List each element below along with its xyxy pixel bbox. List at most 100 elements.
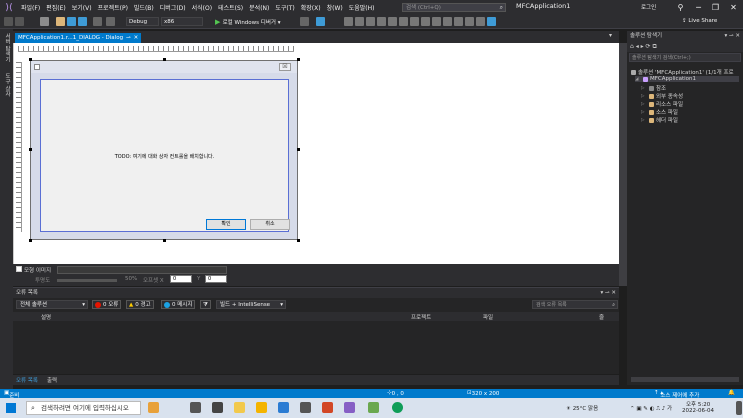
taskbar-search-input[interactable]: ⌕ 검색하려면 여기에 입력하십시오 (26, 401, 141, 415)
mail-icon[interactable] (300, 402, 311, 413)
redo-icon[interactable] (106, 17, 115, 26)
dialog-close-icon[interactable]: ☒ (279, 63, 291, 71)
expand-icon[interactable]: ▷ (641, 94, 647, 99)
undo-icon[interactable] (93, 17, 102, 26)
panel-options-icon[interactable]: ▾ ⊸ ✕ (725, 31, 740, 42)
menu-project[interactable]: 프로젝트(P) (95, 3, 131, 12)
attach-icon[interactable] (300, 17, 309, 26)
tree-references[interactable]: ▷ 참조 (641, 84, 666, 92)
guide-image-checkbox[interactable] (16, 266, 22, 272)
weather-widget[interactable]: ☀ 25°C 맑음 (566, 404, 598, 412)
minimize-button[interactable]: ─ (690, 0, 707, 15)
expand-icon[interactable]: ◢ (635, 77, 641, 82)
tree-header-files[interactable]: ▷ 헤더 파일 (641, 116, 678, 124)
solution-search-input[interactable]: 솔루션 탐색기 검색(Ctrl+;) (629, 53, 741, 62)
save-all-icon[interactable] (78, 17, 87, 26)
maximize-button[interactable]: ❐ (707, 0, 724, 15)
new-project-icon[interactable] (40, 17, 49, 26)
resize-handle[interactable] (297, 239, 300, 242)
photos-icon[interactable] (278, 402, 289, 413)
menu-edit[interactable]: 편집(E) (43, 3, 69, 12)
windows-start-icon[interactable] (6, 403, 16, 413)
forward-icon[interactable] (15, 17, 24, 26)
transparency-slider[interactable] (57, 279, 117, 282)
ok-button[interactable]: 확인 (206, 219, 246, 230)
notifications-icon[interactable]: 🔔 (728, 390, 735, 396)
align-right-icon[interactable] (366, 17, 375, 26)
cancel-button[interactable]: 취소 (250, 219, 290, 230)
column-description[interactable]: 설명 (41, 313, 51, 321)
platform-select[interactable]: x86 (161, 17, 203, 26)
expand-icon[interactable]: ▷ (641, 110, 647, 115)
align-left-icon[interactable] (344, 17, 353, 26)
panel-options-icon[interactable]: ▾ ⊸ ✕ (601, 288, 616, 298)
expand-icon[interactable]: ▷ (641, 102, 647, 107)
store-icon[interactable] (256, 402, 267, 413)
resize-handle[interactable] (297, 148, 300, 151)
open-folder-icon[interactable] (56, 17, 65, 26)
file-explorer-icon[interactable] (234, 402, 245, 413)
server-explorer-tab[interactable]: 서버 탐색기 (3, 33, 11, 62)
expand-icon[interactable]: ▷ (641, 86, 647, 91)
configuration-select[interactable]: Debug (126, 17, 159, 26)
column-project[interactable]: 프로젝트 (411, 313, 431, 321)
editor-vertical-scrollbar[interactable] (619, 43, 627, 286)
menu-help[interactable]: 도움말(H) (346, 3, 378, 12)
tab-close-icon[interactable]: ✕ (134, 35, 139, 41)
login-link[interactable]: 로그인 (641, 3, 656, 11)
run-button[interactable]: ▶ 로컬 Windows 디버거 ▾ (215, 18, 280, 26)
system-tray-icons[interactable]: ⌃ ▣ ✎ ◐ ⎍ ♪ 가 (630, 404, 672, 413)
app-icon[interactable] (368, 402, 379, 413)
edge-browser-icon[interactable] (392, 402, 403, 413)
expand-icon[interactable]: ▷ (641, 118, 647, 123)
make-same-height-icon[interactable] (443, 17, 452, 26)
resize-handle[interactable] (29, 148, 32, 151)
error-search-input[interactable]: 검색 오류 목록 ⌕ (532, 300, 618, 309)
errors-filter-button[interactable]: 0 오류 (92, 300, 122, 309)
tab-output[interactable]: 출력 (47, 376, 57, 384)
menu-file[interactable]: 파일(F) (18, 3, 43, 12)
pin-icon[interactable]: ⊸ (126, 35, 131, 41)
menu-build[interactable]: 빌드(B) (131, 3, 157, 12)
align-center-icon[interactable] (355, 17, 364, 26)
menu-extensions[interactable]: 확장(X) (298, 3, 324, 12)
resize-handle[interactable] (297, 58, 300, 61)
menu-view[interactable]: 보기(V) (69, 3, 95, 12)
space-down-icon[interactable] (421, 17, 430, 26)
guide-image-path-input[interactable] (57, 266, 227, 274)
visual-studio-taskbar-icon[interactable] (344, 402, 355, 413)
quick-search-input[interactable]: 검색 (Ctrl+Q) ⌕ (402, 3, 506, 12)
filter-icon[interactable]: ⧩ (200, 300, 211, 309)
resize-handle[interactable] (29, 239, 32, 242)
tree-project[interactable]: ◢ MFCApplication1 (635, 76, 739, 82)
make-same-width-icon[interactable] (432, 17, 441, 26)
solution-horizontal-scrollbar[interactable] (631, 377, 739, 382)
align-bottom-icon[interactable] (399, 17, 408, 26)
menu-test[interactable]: 테스트(S) (215, 3, 246, 12)
align-middle-icon[interactable] (388, 17, 397, 26)
warnings-filter-button[interactable]: ▲ 0 경고 (126, 300, 154, 309)
scope-select[interactable]: 전체 솔루션 ▾ (16, 300, 88, 309)
test-dialog-icon[interactable] (465, 17, 474, 26)
todo-static-text[interactable]: TODO: 여기에 대화 상자 컨트롤을 배치합니다. (41, 153, 288, 160)
dialog-client-area[interactable]: TODO: 여기에 대화 상자 컨트롤을 배치합니다. 확인 취소 (40, 79, 290, 232)
build-filter-select[interactable]: 빌드 + IntelliSense ▾ (216, 300, 286, 309)
column-line[interactable]: 줄 (599, 313, 604, 321)
toggle-grid-icon[interactable] (476, 17, 485, 26)
layout-icon[interactable] (316, 17, 325, 26)
toolbox-tab[interactable]: 도구 상자 (3, 73, 11, 97)
close-button[interactable]: ✕ (725, 0, 742, 15)
menu-window[interactable]: 창(W) (324, 3, 346, 12)
resize-handle[interactable] (163, 239, 166, 242)
live-share-button[interactable]: ⇪ Live Share (682, 18, 717, 24)
menu-analyze[interactable]: 분석(N) (246, 3, 272, 12)
save-icon[interactable] (67, 17, 76, 26)
back-icon[interactable] (4, 17, 13, 26)
menu-debug[interactable]: 디버그(D) (157, 3, 189, 12)
tree-resource-files[interactable]: ▷ 리소스 파일 (641, 100, 683, 108)
task-view-icon[interactable] (190, 402, 201, 413)
resize-handle[interactable] (29, 58, 32, 61)
messages-filter-button[interactable]: 0 메시지 (161, 300, 196, 309)
dialog-preview[interactable]: ☒ TODO: 여기에 대화 상자 컨트롤을 배치합니다. 확인 취소 (30, 60, 298, 240)
tab-overflow-icon[interactable]: ▾ (609, 32, 612, 39)
